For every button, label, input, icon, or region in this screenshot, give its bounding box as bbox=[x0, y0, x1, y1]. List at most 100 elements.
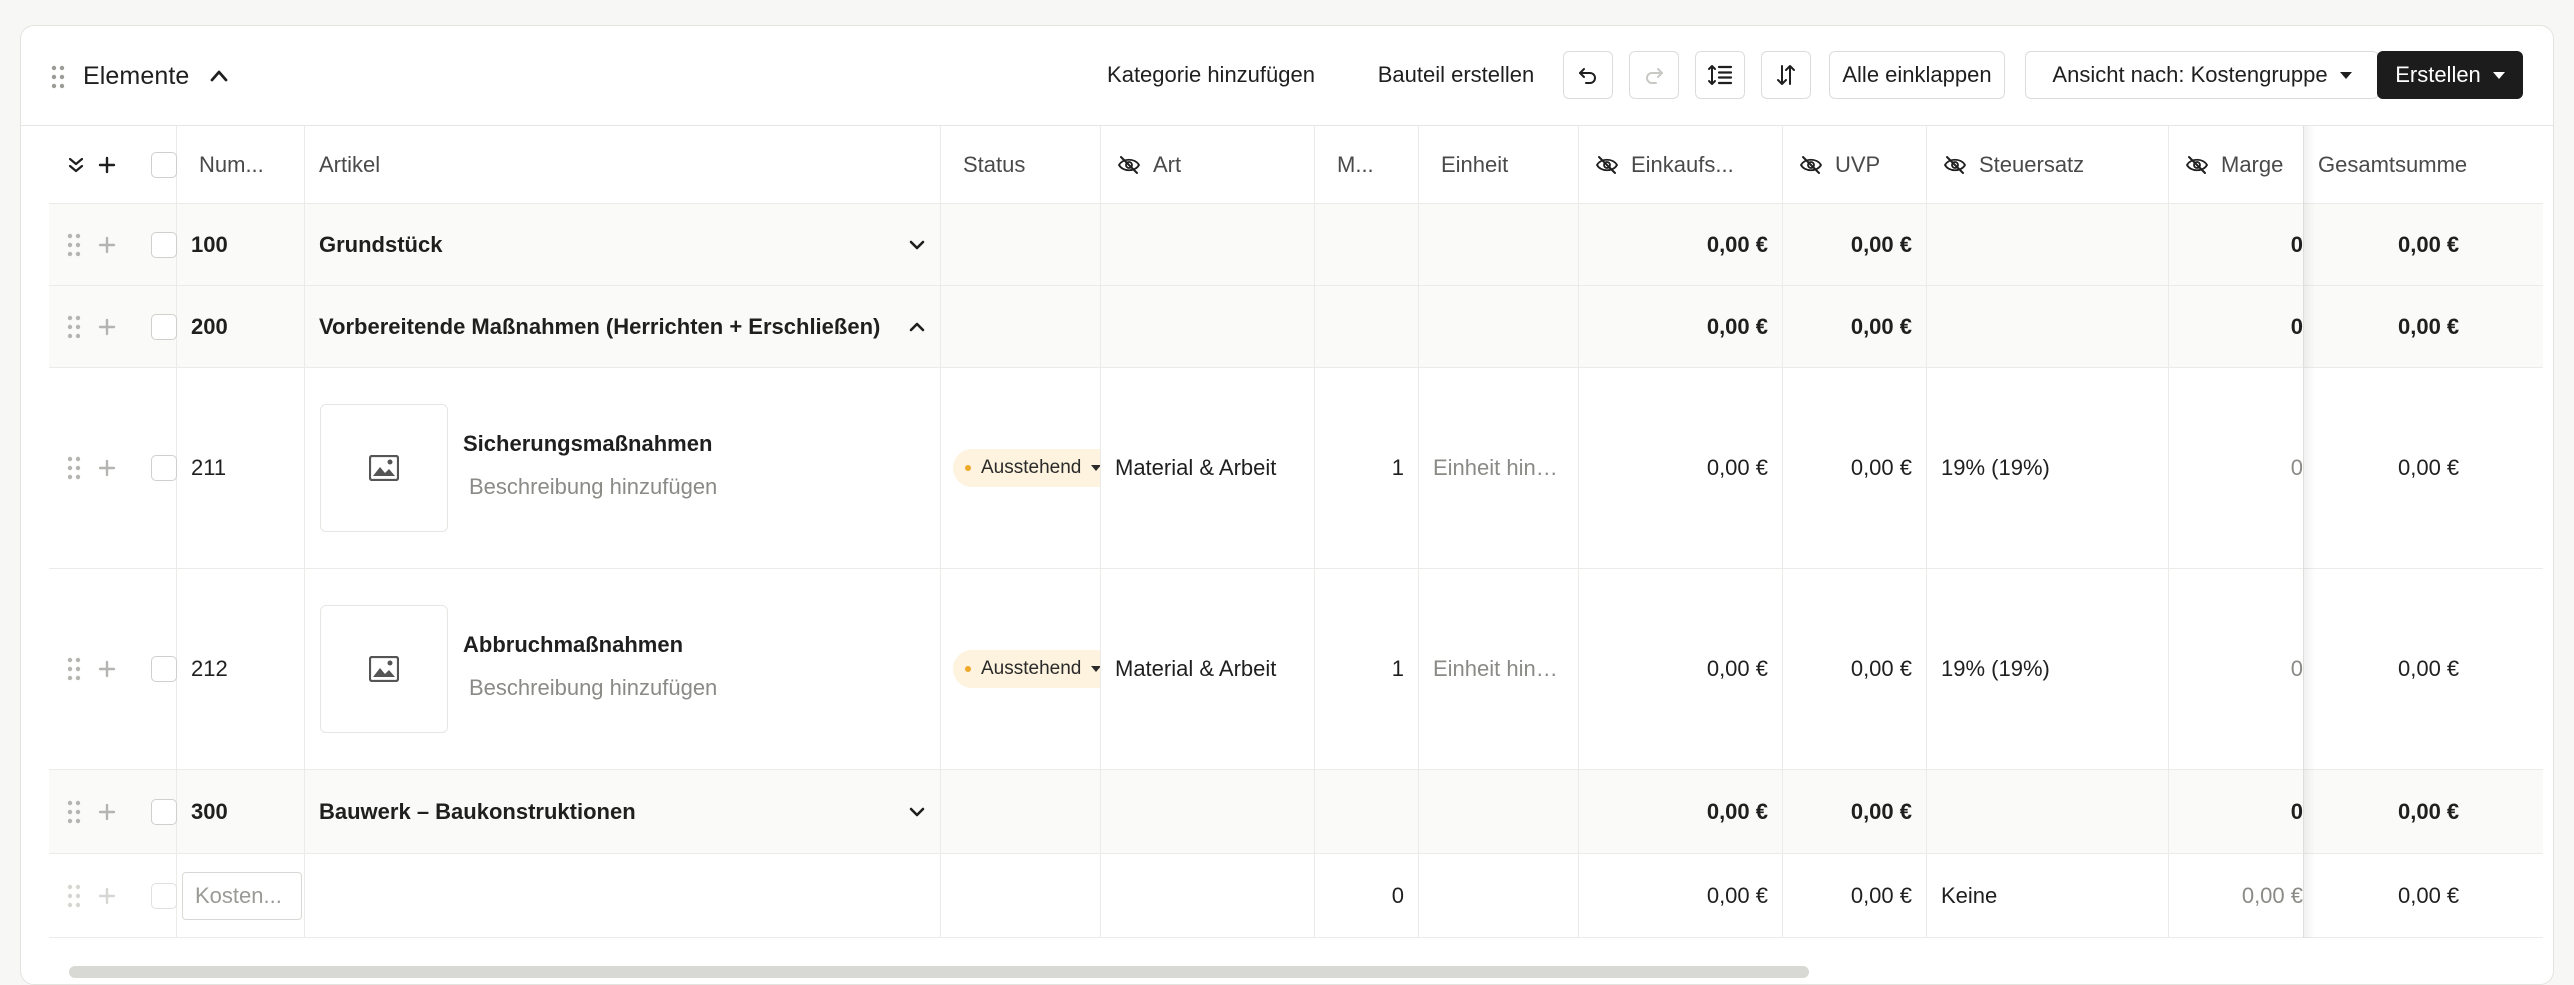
row-unit[interactable] bbox=[1419, 204, 1579, 285]
table-row[interactable]: 212 Abbruchmaßnahmen Beschreibung hinzuf… bbox=[49, 569, 2543, 770]
create-component-button[interactable]: Bauteil erstellen bbox=[1356, 51, 1556, 99]
row-status[interactable] bbox=[941, 770, 1101, 853]
new-row[interactable]: Kosten... 0 0,00 € 0,00 € Keine 0,00 € 0… bbox=[49, 854, 2543, 938]
sort-button[interactable] bbox=[1761, 51, 1811, 99]
row-type[interactable] bbox=[1101, 204, 1315, 285]
col-header-total[interactable]: Gesamtsumme bbox=[2303, 126, 2543, 203]
select-all-checkbox[interactable] bbox=[151, 151, 177, 178]
image-placeholder[interactable] bbox=[320, 605, 448, 733]
chevron-down-icon[interactable] bbox=[906, 801, 928, 823]
row-status[interactable] bbox=[941, 204, 1101, 285]
row-type[interactable] bbox=[1101, 770, 1315, 853]
row-article[interactable]: Sicherungsmaßnahmen Beschreibung hinzufü… bbox=[305, 368, 941, 568]
row-quantity[interactable]: 1 bbox=[1315, 569, 1419, 769]
row-msrp[interactable]: 0,00 € bbox=[1783, 569, 1927, 769]
row-height-button[interactable] bbox=[1695, 51, 1745, 99]
row-unit[interactable] bbox=[1419, 286, 1579, 367]
undo-button[interactable] bbox=[1563, 51, 1613, 99]
new-row-type[interactable] bbox=[1101, 854, 1315, 937]
status-badge[interactable]: Ausstehend bbox=[953, 449, 1100, 487]
row-msrp[interactable]: 0,00 € bbox=[1783, 204, 1927, 285]
row-number[interactable]: 212 bbox=[177, 569, 305, 769]
col-header-purchase[interactable]: Einkaufs... bbox=[1579, 126, 1783, 203]
new-row-msrp[interactable]: 0,00 € bbox=[1783, 854, 1927, 937]
row-type[interactable]: Material & Arbeit bbox=[1101, 569, 1315, 769]
row-article[interactable]: Abbruchmaßnahmen Beschreibung hinzufügen bbox=[305, 569, 941, 769]
row-article[interactable]: Vorbereitende Maßnahmen (Herrichten + Er… bbox=[305, 286, 941, 367]
row-unit[interactable]: Einheit hinz... bbox=[1419, 569, 1579, 769]
image-placeholder[interactable] bbox=[320, 404, 448, 532]
row-unit[interactable]: Einheit hinz... bbox=[1419, 368, 1579, 568]
row-margin[interactable]: 0 bbox=[2169, 368, 2303, 568]
drag-handle-icon[interactable] bbox=[51, 65, 65, 89]
row-margin[interactable]: 0 bbox=[2169, 770, 2303, 853]
new-row-margin[interactable]: 0,00 € bbox=[2169, 854, 2303, 937]
chevron-up-icon[interactable] bbox=[906, 316, 928, 338]
row-tax[interactable] bbox=[1927, 286, 2169, 367]
row-margin[interactable]: 0 bbox=[2169, 286, 2303, 367]
row-status[interactable]: Ausstehend bbox=[941, 368, 1101, 568]
row-tax[interactable] bbox=[1927, 770, 2169, 853]
row-type[interactable]: Material & Arbeit bbox=[1101, 368, 1315, 568]
col-header-msrp[interactable]: UVP bbox=[1783, 126, 1927, 203]
row-msrp[interactable]: 0,00 € bbox=[1783, 368, 1927, 568]
row-quantity[interactable] bbox=[1315, 770, 1419, 853]
col-header-margin[interactable]: Marge bbox=[2169, 126, 2303, 203]
row-type[interactable] bbox=[1101, 286, 1315, 367]
row-status[interactable] bbox=[941, 286, 1101, 367]
eye-off-icon[interactable] bbox=[1595, 155, 1619, 175]
row-checkbox[interactable] bbox=[151, 656, 177, 682]
row-tax[interactable]: 19% (19%) bbox=[1927, 569, 2169, 769]
row-number[interactable]: 100 bbox=[177, 204, 305, 285]
row-purchase[interactable]: 0,00 € bbox=[1579, 286, 1783, 367]
add-category-button[interactable]: Kategorie hinzufügen bbox=[1081, 51, 1341, 99]
drag-handle-icon[interactable] bbox=[67, 315, 81, 339]
row-purchase[interactable]: 0,00 € bbox=[1579, 368, 1783, 568]
new-row-purchase[interactable]: 0,00 € bbox=[1579, 854, 1783, 937]
row-quantity[interactable] bbox=[1315, 286, 1419, 367]
drag-handle-icon[interactable] bbox=[67, 800, 81, 824]
row-number[interactable]: 200 bbox=[177, 286, 305, 367]
row-margin[interactable]: 0 bbox=[2169, 204, 2303, 285]
row-description[interactable]: Beschreibung hinzufügen bbox=[469, 474, 717, 500]
create-button[interactable]: Erstellen bbox=[2377, 51, 2523, 99]
col-header-article[interactable]: Artikel bbox=[305, 126, 941, 203]
new-row-status[interactable] bbox=[941, 854, 1101, 937]
row-number[interactable]: 300 bbox=[177, 770, 305, 853]
drag-handle-icon[interactable] bbox=[67, 233, 81, 257]
status-badge[interactable]: Ausstehend bbox=[953, 650, 1100, 688]
row-purchase[interactable]: 0,00 € bbox=[1579, 204, 1783, 285]
expand-all-icon[interactable] bbox=[65, 155, 87, 175]
col-header-unit[interactable]: Einheit bbox=[1419, 126, 1579, 203]
row-msrp[interactable]: 0,00 € bbox=[1783, 770, 1927, 853]
table-row[interactable]: 100 Grundstück 0,00 € 0,00 € 0 0,00 € bbox=[49, 204, 2543, 286]
col-header-number[interactable]: Num... bbox=[177, 126, 305, 203]
row-purchase[interactable]: 0,00 € bbox=[1579, 770, 1783, 853]
row-checkbox[interactable] bbox=[151, 313, 177, 340]
col-header-quantity[interactable]: M... bbox=[1315, 126, 1419, 203]
row-total[interactable]: 0,00 € bbox=[2303, 204, 2543, 285]
row-number[interactable]: 211 bbox=[177, 368, 305, 568]
row-total[interactable]: 0,00 € bbox=[2303, 770, 2543, 853]
eye-off-icon[interactable] bbox=[1117, 155, 1141, 175]
new-row-total[interactable]: 0,00 € bbox=[2303, 854, 2543, 937]
eye-off-icon[interactable] bbox=[1943, 155, 1967, 175]
plus-icon[interactable] bbox=[97, 802, 117, 822]
row-description[interactable]: Beschreibung hinzufügen bbox=[469, 675, 717, 701]
plus-icon[interactable] bbox=[97, 659, 117, 679]
eye-off-icon[interactable] bbox=[1799, 155, 1823, 175]
row-tax[interactable]: 19% (19%) bbox=[1927, 368, 2169, 568]
col-header-status[interactable]: Status bbox=[941, 126, 1101, 203]
row-total[interactable]: 0,00 € bbox=[2303, 368, 2543, 568]
chevron-down-icon[interactable] bbox=[906, 234, 928, 256]
table-row[interactable]: 300 Bauwerk – Baukonstruktionen 0,00 € 0… bbox=[49, 770, 2543, 854]
row-status[interactable]: Ausstehend bbox=[941, 569, 1101, 769]
redo-button[interactable] bbox=[1629, 51, 1679, 99]
new-row-tax[interactable]: Keine bbox=[1927, 854, 2169, 937]
view-by-dropdown[interactable]: Ansicht nach: Kostengruppe bbox=[2025, 51, 2379, 99]
row-margin[interactable]: 0 bbox=[2169, 569, 2303, 769]
new-row-unit[interactable] bbox=[1419, 854, 1579, 937]
eye-off-icon[interactable] bbox=[2185, 155, 2209, 175]
row-article[interactable]: Bauwerk – Baukonstruktionen bbox=[305, 770, 941, 853]
scrollbar-thumb[interactable] bbox=[69, 966, 1809, 978]
